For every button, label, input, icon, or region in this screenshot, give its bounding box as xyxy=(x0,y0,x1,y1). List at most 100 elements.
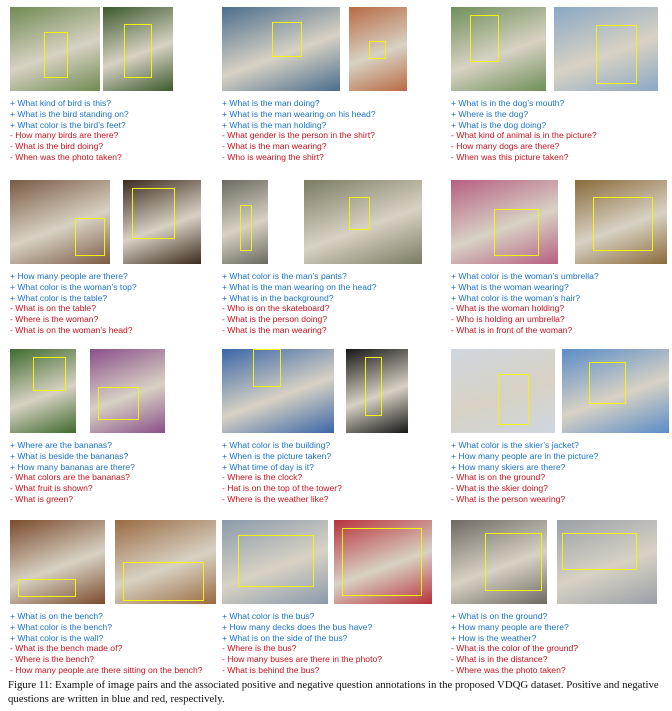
negative-question: - What is on the table? xyxy=(10,303,96,314)
region-bounding-box xyxy=(124,23,152,79)
positive-question: + What is the man wearing on the head? xyxy=(222,281,377,292)
positive-question: + What color is the man’s pants? xyxy=(222,271,347,281)
image-pair xyxy=(10,520,224,604)
example-photo xyxy=(10,349,76,433)
example-photo xyxy=(222,7,340,91)
positive-question: + What is in the dog’s mouth? xyxy=(451,98,565,108)
negative-question: - Where is the bench? xyxy=(10,654,95,665)
negative-question: - What is the man wearing? xyxy=(222,324,327,335)
negative-question: - Where is the clock? xyxy=(222,472,303,483)
question-list: + Where are the bananas? + What is beside… xyxy=(10,440,240,505)
positive-question: + How many people are there? xyxy=(451,621,569,632)
example-cell: + How many people are there? + What color… xyxy=(10,180,224,335)
image-pair xyxy=(222,7,436,91)
negative-question: - What is behind the bus? xyxy=(222,664,320,675)
region-bounding-box xyxy=(484,532,543,592)
example-photo xyxy=(451,520,547,604)
negative-question: - Where is the woman? xyxy=(10,314,99,325)
positive-question: + What color is the bird’s feet? xyxy=(10,119,126,130)
image-pair xyxy=(451,7,665,91)
positive-question: + Where are the bananas? xyxy=(10,440,113,450)
example-photo xyxy=(554,7,658,91)
negative-question: - What is in the distance? xyxy=(451,654,548,665)
negative-question: - Where is the bus? xyxy=(222,643,297,654)
positive-question: + What kind of bird is this? xyxy=(10,98,112,108)
positive-question: + How many people are in the picture? xyxy=(451,450,599,461)
positive-question: + What is the dog doing? xyxy=(451,119,547,130)
region-bounding-box xyxy=(17,578,77,598)
negative-question: - What is green? xyxy=(10,493,74,504)
positive-question: + How many decks does the bus have? xyxy=(222,621,373,632)
region-bounding-box xyxy=(588,361,627,404)
region-bounding-box xyxy=(595,25,638,85)
example-cell: + What is the man doing? + What is the ma… xyxy=(222,7,436,162)
example-cell: + What color is the man’s pants? + What i… xyxy=(222,180,436,335)
negative-question: - What is in front of the woman? xyxy=(451,324,573,335)
example-photo xyxy=(222,520,328,604)
image-pair xyxy=(451,349,669,433)
negative-question: - How many buses are there in the photo? xyxy=(222,654,383,665)
example-photo xyxy=(90,349,165,433)
image-pair xyxy=(222,520,436,604)
positive-question: + What color is the bench? xyxy=(10,621,112,632)
negative-question: - When was the photo taken? xyxy=(10,151,122,162)
region-bounding-box xyxy=(470,15,499,62)
positive-question: + What is the woman wearing? xyxy=(451,281,569,292)
positive-question: + How is the weather? xyxy=(451,632,537,643)
negative-question: - Where was the photo taken? xyxy=(451,664,566,675)
negative-question: - Who is wearing the shirt? xyxy=(222,151,324,162)
image-pair xyxy=(10,7,224,91)
negative-question: - What colors are the bananas? xyxy=(10,472,130,483)
positive-question: + What time of day is it? xyxy=(222,461,314,472)
negative-question: - What kind of animal is in the picture? xyxy=(451,130,597,141)
region-bounding-box xyxy=(44,32,68,79)
example-photo xyxy=(103,7,173,91)
example-photo xyxy=(562,349,669,433)
region-bounding-box xyxy=(132,188,176,239)
region-bounding-box xyxy=(497,374,529,425)
image-pair xyxy=(222,180,436,264)
example-cell: + What is in the dog’s mouth? + Where is … xyxy=(451,7,665,162)
question-list: + What is on the bench? + What color is t… xyxy=(10,611,240,676)
negative-question: - What is the skier doing? xyxy=(451,483,548,494)
region-bounding-box xyxy=(493,209,539,256)
example-cell: + What color is the woman’s umbrella? + W… xyxy=(451,180,667,335)
image-pair xyxy=(10,180,224,264)
negative-question: - What is the bench made of? xyxy=(10,643,123,654)
region-bounding-box xyxy=(593,196,654,252)
region-bounding-box xyxy=(562,532,637,571)
negative-question: - How many people are there sitting on t… xyxy=(10,664,203,675)
region-bounding-box xyxy=(364,357,382,417)
negative-question: - What is the person wearing? xyxy=(451,493,566,504)
example-cell: + Where are the bananas? + What is beside… xyxy=(10,349,224,504)
negative-question: - What is the woman holding? xyxy=(451,303,565,314)
example-photo xyxy=(222,180,268,264)
example-photo xyxy=(222,349,334,433)
negative-question: - How many dogs are there? xyxy=(451,141,560,152)
negative-question: - What is on the woman’s head? xyxy=(10,324,133,335)
region-bounding-box xyxy=(237,535,315,588)
positive-question: + How many bananas are there? xyxy=(10,461,135,472)
negative-question: - What is the bird doing? xyxy=(10,141,104,152)
example-photo xyxy=(334,520,432,604)
positive-question: + What is on the ground? xyxy=(451,611,548,621)
example-photo xyxy=(451,7,546,91)
negative-question: - When was this picture taken? xyxy=(451,151,569,162)
image-pair xyxy=(451,520,665,604)
positive-question: + What is the man holding? xyxy=(222,119,327,130)
negative-question: - How many birds are there? xyxy=(10,130,119,141)
positive-question: + What is in the background? xyxy=(222,292,334,303)
region-bounding-box xyxy=(368,40,387,60)
negative-question: - What fruit is shown? xyxy=(10,483,93,494)
question-list: + What is on the ground? + How many peopl… xyxy=(451,611,672,676)
region-bounding-box xyxy=(253,349,282,387)
positive-question: + What is on the bench? xyxy=(10,611,103,621)
example-photo xyxy=(10,180,110,264)
negative-question: - Where is the weather like? xyxy=(222,493,329,504)
negative-question: - What is on the ground? xyxy=(451,472,546,483)
region-bounding-box xyxy=(341,528,423,596)
figure-caption: Figure 11: Example of image pairs and th… xyxy=(8,679,659,705)
image-pair xyxy=(222,349,436,433)
positive-question: + What is the bird standing on? xyxy=(10,108,129,119)
question-list: + What color is the man’s pants? + What i… xyxy=(222,271,452,336)
